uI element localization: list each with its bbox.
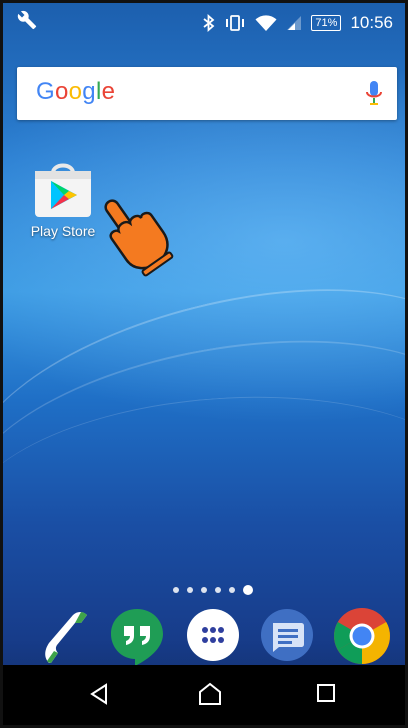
battery-indicator: 71% [311,15,342,31]
page-indicator [173,585,253,595]
app-drawer-icon[interactable] [185,607,241,663]
google-logo-letter: o [54,78,69,105]
hangouts-icon[interactable] [109,607,165,667]
messaging-icon[interactable] [259,607,315,663]
page-dot [201,587,207,593]
mic-icon[interactable] [365,80,383,108]
page-dot-active [243,585,253,595]
navigation-bar [3,665,405,725]
home-icon[interactable] [197,682,223,706]
bluetooth-icon [203,14,215,32]
back-icon[interactable] [87,682,111,706]
google-logo-letter: e [101,78,116,105]
recents-icon[interactable] [315,682,337,704]
chrome-icon[interactable] [333,607,391,665]
signal-icon [287,16,302,30]
page-dot [173,587,179,593]
google-logo-letter: o [68,78,83,105]
google-logo-letter: G [36,78,55,105]
status-bar: 71% 10:56 [3,3,405,43]
phone-screen: 71% 10:56 Google Play Store [0,0,408,728]
pointing-hand-icon [104,199,174,277]
google-logo-letter: g [82,78,96,105]
dock [3,607,405,669]
vibrate-icon [226,15,245,31]
wrench-icon [17,10,37,30]
phone-icon[interactable] [35,607,95,667]
play-store-icon [35,163,91,217]
page-dot [215,587,221,593]
google-search-bar[interactable]: Google [17,67,397,120]
page-dot [187,587,193,593]
wifi-icon [255,15,277,31]
status-clock: 10:56 [350,13,393,32]
google-logo: Google [36,78,115,106]
page-dot [229,587,235,593]
